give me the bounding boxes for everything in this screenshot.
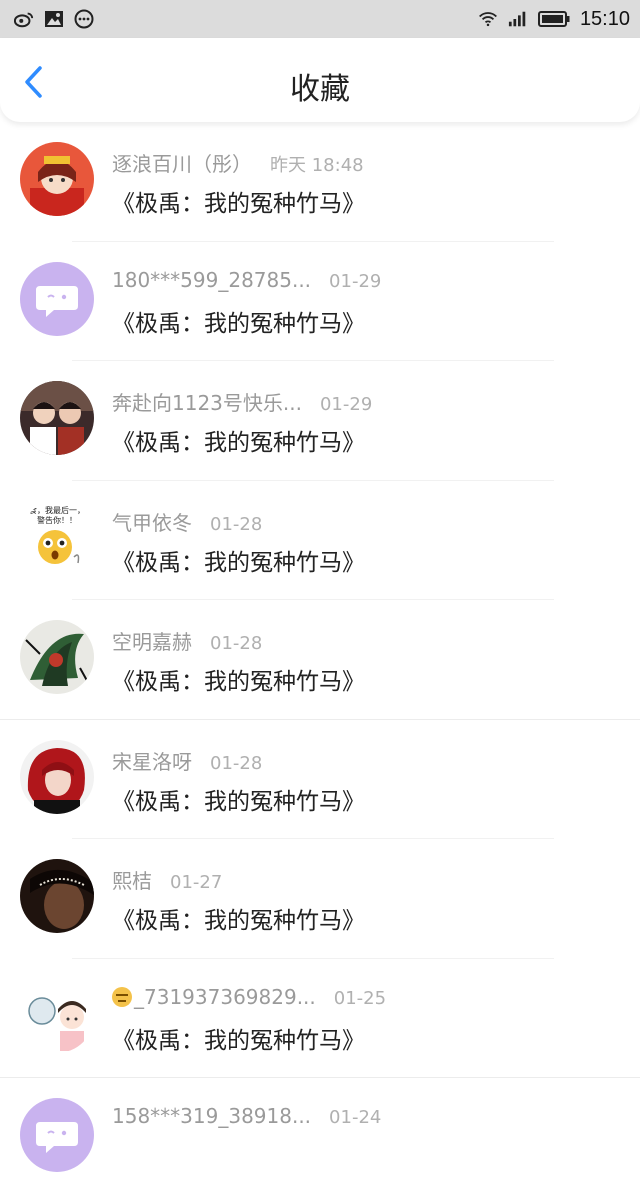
list-item[interactable]: 180***599_28785... 01-29 《极禹：我的冤种竹马》 — [0, 242, 640, 362]
book-title[interactable]: 《极禹：我的冤种竹马》 — [112, 1021, 365, 1055]
avatar[interactable] — [20, 620, 94, 694]
expressionless-emoji-icon — [112, 986, 132, 1007]
user-name: 奔赴向1123号快乐... — [112, 391, 302, 415]
signal-icon — [508, 9, 528, 29]
list-item[interactable]: 食，我最后一， 警告你！！ 气甲依冬 01-28 《极禹：我的冤种竹马》 — [0, 481, 640, 601]
wifi-icon — [478, 9, 498, 29]
book-title[interactable]: 《极禹：我的冤种竹马》 — [112, 543, 365, 577]
avatar[interactable] — [20, 978, 94, 1053]
user-name-text: _731937369829... — [134, 984, 316, 1009]
svg-text:食，我最后一，: 食，我最后一， — [29, 505, 85, 515]
avatar[interactable]: 食，我最后一， 警告你！！ — [20, 500, 94, 575]
user-name: 熙桔 — [112, 869, 152, 893]
avatar[interactable] — [20, 381, 94, 455]
timestamp: 01-24 — [329, 1107, 382, 1128]
user-name: 158***319_38918... — [112, 1104, 312, 1128]
book-title[interactable]: 《极禹：我的冤种竹马》 — [112, 304, 365, 338]
list-item[interactable]: 宋星洛呀 01-28 《极禹：我的冤种竹马》 — [0, 720, 640, 840]
user-name: 逐浪百川（彤） — [112, 152, 252, 176]
status-time: 15:10 — [579, 7, 630, 30]
avatar[interactable] — [20, 142, 94, 216]
list-item[interactable]: 熙桔 01-27 《极禹：我的冤种竹马》 — [0, 839, 640, 959]
timestamp: 01-27 — [170, 872, 223, 893]
timestamp: 01-29 — [329, 270, 382, 292]
page-title: 收藏 — [290, 72, 350, 107]
avatar[interactable] — [20, 859, 94, 933]
user-name: 气甲依冬 — [112, 510, 192, 535]
favorites-list: 逐浪百川（彤） 昨天 18:48 《极禹：我的冤种竹马》 180***599_2… — [0, 122, 640, 1198]
timestamp: 01-28 — [210, 633, 263, 654]
list-item[interactable]: 空明嘉赫 01-28 《极禹：我的冤种竹马》 — [0, 600, 640, 720]
timestamp: 01-28 — [210, 752, 263, 774]
list-item[interactable]: 逐浪百川（彤） 昨天 18:48 《极禹：我的冤种竹马》 — [0, 122, 640, 242]
book-title[interactable]: 《极禹：我的冤种竹马》 — [112, 782, 365, 816]
weibo-icon — [14, 9, 34, 29]
book-title[interactable]: 《极禹：我的冤种竹马》 — [112, 423, 365, 457]
default-avatar-icon[interactable] — [20, 1098, 94, 1172]
book-title[interactable]: 《极禹：我的冤种竹马》 — [112, 901, 365, 935]
default-avatar-icon[interactable] — [20, 261, 94, 336]
timestamp: 01-28 — [210, 513, 263, 535]
list-item[interactable]: 奔赴向1123号快乐... 01-29 《极禹：我的冤种竹马》 — [0, 361, 640, 481]
svg-text:警告你！！: 警告你！！ — [37, 515, 77, 525]
more-icon — [74, 9, 94, 29]
battery-icon — [537, 9, 570, 29]
book-title[interactable]: 《极禹：我的冤种竹马》 — [112, 184, 365, 218]
book-title[interactable]: 《极禹：我的冤种竹马》 — [112, 662, 365, 696]
timestamp: 01-25 — [333, 987, 387, 1009]
user-name: 空明嘉赫 — [112, 630, 192, 654]
header: 收藏 — [0, 38, 640, 122]
image-icon — [44, 9, 64, 29]
user-name: _731937369829... — [112, 985, 316, 1009]
status-bar: 15:10 — [0, 0, 640, 38]
timestamp: 昨天 18:48 — [270, 155, 364, 176]
user-name: 180***599_28785... — [112, 267, 312, 292]
avatar[interactable] — [20, 739, 94, 814]
timestamp: 01-29 — [319, 394, 373, 415]
list-item[interactable]: _731937369829... 01-25 《极禹：我的冤种竹马》 — [0, 959, 640, 1079]
user-name: 宋星洛呀 — [112, 749, 192, 774]
